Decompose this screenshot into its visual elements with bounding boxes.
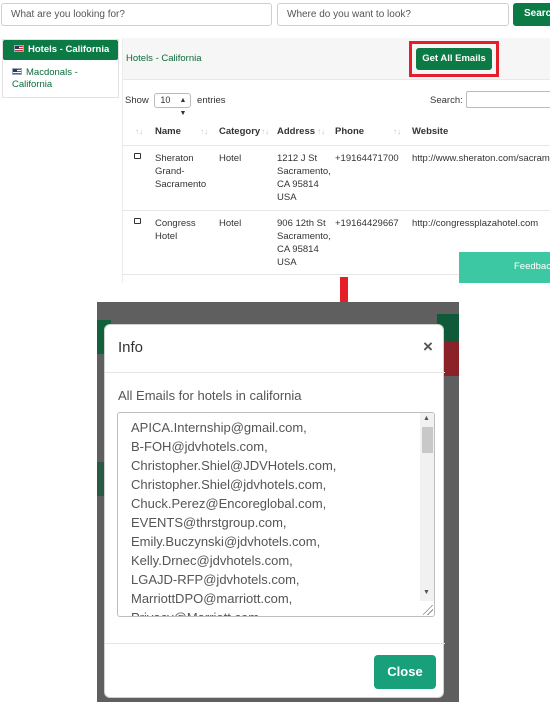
table-search-input[interactable] xyxy=(466,91,550,108)
page-length-value: 10 xyxy=(160,95,171,105)
sidebar-item-label: Hotels - California xyxy=(28,44,110,55)
email-line: Kelly.Drnec@jdvhotels.com, xyxy=(131,553,293,568)
sort-icon[interactable]: ↑↓ xyxy=(135,127,143,136)
sort-icon[interactable]: ↑↓ xyxy=(393,127,401,136)
close-icon[interactable]: × xyxy=(423,337,433,357)
email-list: APICA.Internship@gmail.com, B-FOH@jdvhote… xyxy=(131,418,416,616)
panel-title: Hotels - California xyxy=(126,53,202,64)
table-row: Sheraton Grand- Sacramento Hotel 1212 J St… xyxy=(123,146,550,211)
row-website-link[interactable]: http://congressplazahotel.com xyxy=(412,217,538,230)
email-line: B-FOH@jdvhotels.com, xyxy=(131,439,268,454)
column-category[interactable]: Category xyxy=(219,126,260,137)
get-all-emails-button[interactable]: Get All Emails xyxy=(416,48,492,70)
search-button[interactable]: Search xyxy=(513,3,550,26)
row-phone: +19164471700 xyxy=(335,153,399,164)
column-name[interactable]: Name xyxy=(155,126,181,137)
email-line: Christopher.Shiel@jdvhotels.com, xyxy=(131,477,327,492)
modal-header: Info × xyxy=(105,325,445,373)
email-line: EVENTS@thrstgroup.com, xyxy=(131,515,287,530)
row-name: Sheraton Grand- Sacramento xyxy=(155,153,207,190)
column-website[interactable]: Website xyxy=(412,126,448,137)
email-line: LGAJD-RFP@jdvhotels.com, xyxy=(131,572,300,587)
sort-icon[interactable]: ↑↓ xyxy=(200,127,208,136)
resize-grip-icon[interactable] xyxy=(423,605,433,615)
emails-label: All Emails for hotels in california xyxy=(118,388,302,403)
table-search-label: Search: xyxy=(430,95,463,106)
row-name: Congress Hotel xyxy=(155,218,196,242)
emails-textarea[interactable]: APICA.Internship@gmail.com, B-FOH@jdvhote… xyxy=(117,412,435,617)
row-checkbox[interactable] xyxy=(134,153,141,159)
page-length-select[interactable]: 10 ▲ ▼ xyxy=(154,93,192,117)
show-label: Show xyxy=(125,95,149,107)
entries-label: entries xyxy=(197,95,226,107)
column-address[interactable]: Address xyxy=(277,126,315,137)
row-address: 1212 J St Sacramento, CA 95814 USA xyxy=(277,153,331,203)
vertical-scrollbar[interactable]: ▲ ▼ xyxy=(420,413,434,601)
email-line: Chuck.Perez@Encoreglobal.com, xyxy=(131,496,327,511)
row-address: 906 12th St Sacramento, CA 95814 USA xyxy=(277,218,331,268)
info-modal: Info × All Emails for hotels in californ… xyxy=(104,324,445,698)
email-line: APICA.Internship@gmail.com, xyxy=(131,420,307,435)
panel-header: Hotels - California Get All Emails xyxy=(123,38,550,80)
where-search-input[interactable]: Where do you want to look? xyxy=(277,3,509,26)
chevron-updown-icon: ▲ ▼ xyxy=(179,97,187,117)
email-line: Emily.Buczynski@jdvhotels.com, xyxy=(131,534,321,549)
sidebar: Hotels - California Macdonals - Californ… xyxy=(2,39,119,98)
email-line: Christopher.Shiel@JDVHotels.com, xyxy=(131,458,337,473)
search-bar: What are you looking for? Where do you w… xyxy=(0,0,550,33)
row-phone: +19164429667 xyxy=(335,218,399,229)
scrollbar-thumb[interactable] xyxy=(422,427,433,453)
results-panel: Hotels - California Get All Emails Show … xyxy=(122,38,550,283)
modal-title: Info xyxy=(118,339,144,356)
sort-icon[interactable]: ↑↓ xyxy=(261,127,269,136)
hotels-page-screenshot: What are you looking for? Where do you w… xyxy=(0,0,550,283)
email-line: MarriottDPO@marriott.com, xyxy=(131,591,293,606)
email-line: Privacy@Marriott.com, xyxy=(131,608,416,616)
modal-footer-divider xyxy=(105,643,445,644)
sort-icon[interactable]: ↑↓ xyxy=(317,127,325,136)
row-website-link[interactable]: http://www.sheraton.com/sacramento xyxy=(412,152,550,165)
close-button[interactable]: Close xyxy=(374,655,436,689)
scroll-down-icon[interactable]: ▼ xyxy=(423,589,430,596)
row-category: Hotel xyxy=(219,218,242,229)
column-phone[interactable]: Phone xyxy=(335,126,364,137)
what-search-input[interactable]: What are you looking for? xyxy=(1,3,272,26)
sidebar-item-macdonals-california[interactable]: Macdonals - California xyxy=(3,60,118,91)
us-flag-icon xyxy=(12,68,22,75)
row-checkbox[interactable] xyxy=(134,218,141,224)
table-header: ↑↓ Name ↑↓ Category ↑↓ Address ↑↓ Phone … xyxy=(123,120,550,146)
page-length-control: Show 10 ▲ ▼ entries xyxy=(125,93,226,117)
emails-modal-screenshot: Info × All Emails for hotels in californ… xyxy=(97,302,459,702)
scroll-up-icon[interactable]: ▲ xyxy=(423,415,430,422)
feedback-button[interactable]: Feedback xyxy=(459,252,550,283)
sidebar-item-hotels-california[interactable]: Hotels - California xyxy=(3,40,118,60)
row-category: Hotel xyxy=(219,153,242,164)
us-flag-icon xyxy=(14,45,24,52)
